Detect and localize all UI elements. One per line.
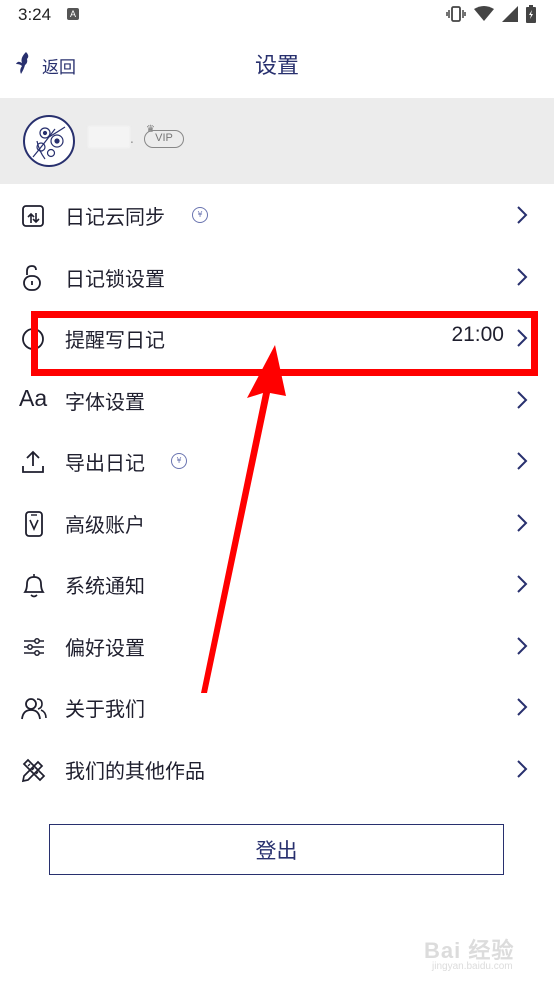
vip-coin-icon: ¥ [171,453,187,469]
username-dot: . [130,132,134,146]
chevron-right-icon [517,698,528,716]
chevron-right-icon [517,759,528,778]
status-time: 3:24 [18,5,52,24]
watermark-main: Bai 经验 [424,938,515,963]
logout-label: 登出 [255,838,298,863]
export-icon [22,450,44,473]
menu-item-label: 高级账户 [65,512,145,537]
status-bar: 3:24 A [0,0,554,30]
tools-icon [21,758,46,782]
menu-item-system-notifications[interactable]: 系统通知 [0,553,554,615]
flower-avatar-icon [32,126,66,160]
menu-item-export-diary[interactable]: 导出日记 ¥ [0,430,554,492]
menu-item-label: 日记锁设置 [65,266,165,291]
page-title: 设置 [254,54,299,79]
menu-item-font-settings[interactable]: Aa 字体设置 [0,369,554,431]
notification-app-icon: A [67,8,79,20]
menu-item-label: 我们的其他作品 [65,758,205,783]
chevron-right-icon [517,513,528,532]
username-blurred [88,126,130,148]
menu-item-about-us[interactable]: 关于我们 [0,676,554,738]
menu-item-premium-account[interactable]: 高级账户 [0,492,554,554]
header: 返回 设置 [0,30,554,98]
menu-item-diary-lock[interactable]: 日记锁设置 [0,246,554,308]
menu-item-label: 系统通知 [65,574,145,598]
chevron-right-icon [517,267,528,286]
signal-icon [502,6,518,26]
menu-item-label: 导出日记 [65,451,145,475]
chevron-right-icon [517,452,528,470]
font-icon: Aa [19,384,48,411]
menu-item-label: 日记云同步 [65,205,165,229]
profile-card[interactable]: . ♛ VIP [0,98,554,184]
chevron-right-icon [517,636,528,655]
users-icon [21,698,47,720]
menu-item-label: 关于我们 [65,697,145,721]
status-icons [446,5,536,27]
watermark: Bai 经验 jingyan.baidu.com [424,933,515,972]
menu-item-cloud-sync[interactable]: 日记云同步 ¥ [0,184,554,246]
annotation-highlight-box [31,311,538,376]
chevron-right-icon [517,575,528,593]
cloud-sync-icon [22,205,44,227]
settings-menu: 日记云同步 ¥ 日记锁设置 提醒写日记 21:00 Aa 字体设置 导出日记 ¥… [0,184,554,799]
vip-coin-icon: ¥ [192,207,208,223]
menu-item-other-works[interactable]: 我们的其他作品 [0,738,554,800]
vibrate-icon [446,5,466,27]
chevron-right-icon [517,390,528,409]
lock-icon [23,264,41,291]
menu-item-preferences[interactable]: 偏好设置 [0,615,554,677]
wifi-icon [474,6,494,26]
menu-item-label: 偏好设置 [65,635,145,660]
menu-item-label: 字体设置 [65,389,145,414]
battery-icon [526,5,536,27]
chevron-right-icon [517,206,528,224]
bell-icon [23,574,45,598]
avatar[interactable] [23,115,75,167]
sliders-icon [24,637,44,656]
watermark-sub: jingyan.baidu.com [432,961,513,972]
premium-account-icon [25,510,43,537]
logout-button[interactable]: 登出 [49,824,504,875]
vip-badge: VIP [144,130,184,148]
